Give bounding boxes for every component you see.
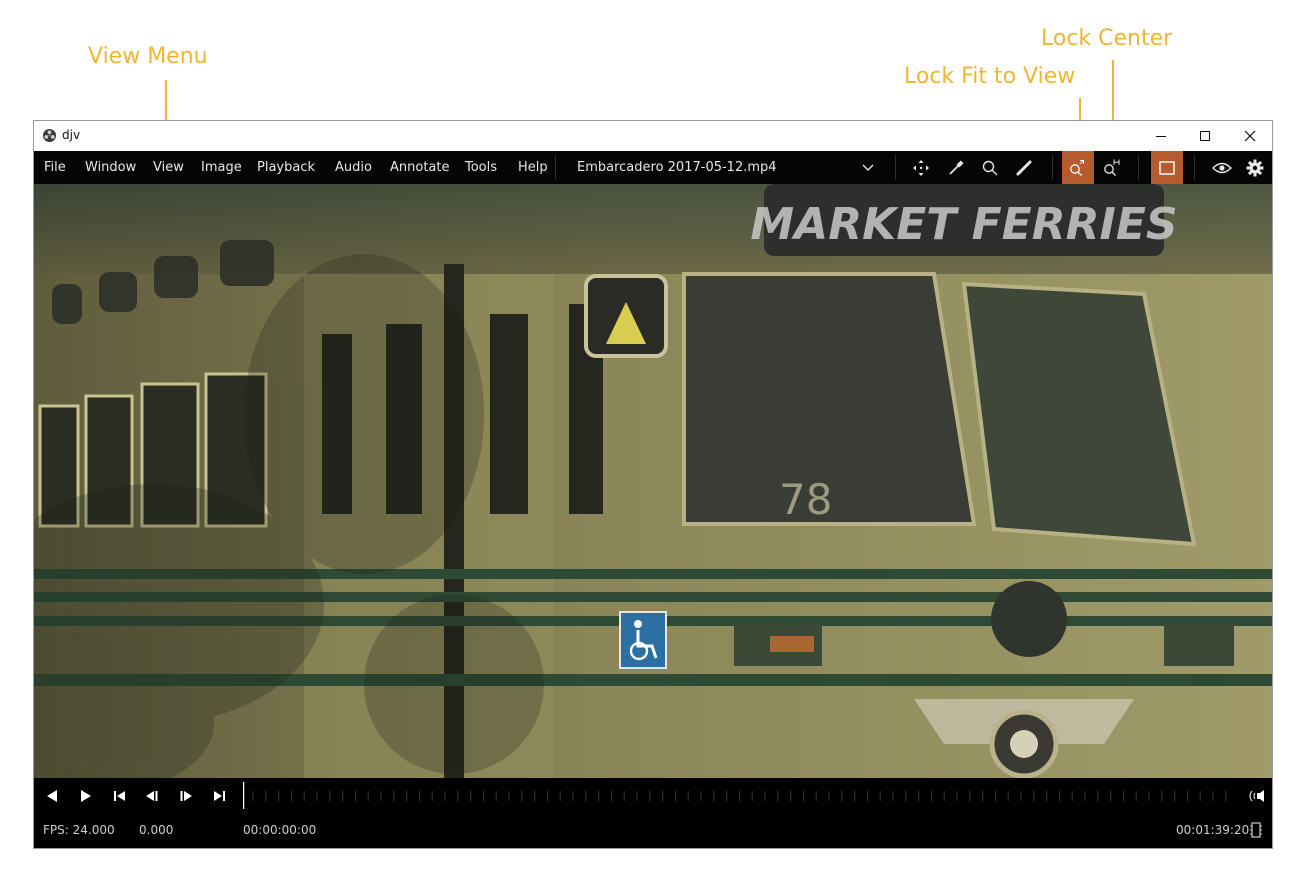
annotate-pen-icon [1016, 160, 1032, 175]
menu-view[interactable]: View [153, 151, 184, 184]
close-icon [1244, 130, 1256, 142]
speed-readout[interactable]: 0.000 [139, 823, 173, 837]
audio-sync-button[interactable] [1244, 786, 1268, 806]
eye-button[interactable] [1206, 151, 1238, 184]
menu-annotate[interactable]: Annotate [390, 151, 449, 184]
color-picker-button[interactable] [940, 151, 972, 184]
go-to-end-button[interactable] [208, 786, 232, 806]
eye-icon [1212, 162, 1232, 173]
current-time[interactable]: 00:00:00:00 [243, 823, 316, 837]
menu-image[interactable]: Image [201, 151, 242, 184]
go-to-start-button[interactable] [107, 786, 131, 806]
menu-window[interactable]: Window [85, 151, 136, 184]
toolbar-separator [1138, 155, 1139, 180]
step-back-button[interactable] [140, 786, 164, 806]
toolbar-separator [1194, 155, 1195, 180]
menu-help[interactable]: Help [518, 151, 548, 184]
callout-view-menu: View Menu [88, 44, 208, 69]
car-number: 78 [779, 475, 832, 524]
streetcar-image: MARKET FERRIES 78 [34, 184, 1272, 778]
audio-sync-icon [1249, 790, 1264, 802]
minimize-icon [1156, 136, 1166, 137]
destination-sign-text: MARKET FERRIES [750, 199, 1177, 250]
frame-view-button[interactable] [1151, 151, 1183, 184]
minimize-button[interactable] [1138, 121, 1184, 151]
timeline-bar [34, 778, 1272, 813]
maximize-icon [1200, 131, 1210, 141]
menu-file[interactable]: File [44, 151, 66, 184]
image-viewport[interactable]: MARKET FERRIES 78 [34, 184, 1272, 778]
go-to-end-icon [214, 791, 225, 801]
magnify-button[interactable] [974, 151, 1006, 184]
menu-separator [555, 155, 556, 180]
annotate-pen-button[interactable] [1008, 151, 1040, 184]
duration-time: 00:01:39:20 [1176, 823, 1250, 837]
pan-tool-icon [913, 159, 929, 176]
color-picker-icon [949, 159, 964, 175]
toolbar-separator [895, 155, 896, 180]
title-bar: djv [34, 121, 1272, 151]
frame-view-icon [1159, 160, 1175, 175]
play-forward-button[interactable] [74, 786, 98, 806]
play-reverse-button[interactable] [40, 786, 64, 806]
status-bar: FPS: 24.000 0.000 00:00:00:00 00:01:39:2… [34, 813, 1272, 848]
step-forward-button[interactable] [174, 786, 198, 806]
window-title: djv [62, 128, 81, 142]
step-back-icon [146, 791, 158, 801]
menu-playback[interactable]: Playback [257, 151, 315, 184]
djv-app-icon [42, 128, 57, 143]
menu-bar: File Window View Image Playback Audio An… [34, 151, 1272, 184]
timeline-track[interactable] [243, 778, 1235, 813]
settings-button[interactable] [1239, 151, 1271, 184]
settings-gear-icon [1246, 159, 1264, 176]
chevron-down-icon [862, 164, 874, 171]
magnify-icon [982, 160, 998, 175]
lock-center-icon [1104, 159, 1120, 176]
toolbar-separator [1052, 155, 1053, 180]
file-dropdown-button[interactable] [856, 151, 880, 184]
pan-tool-button[interactable] [905, 151, 937, 184]
lock-fit-icon [1070, 159, 1084, 176]
current-file-label[interactable]: Embarcadero 2017-05-12.mp4 [577, 151, 777, 184]
step-forward-icon [180, 791, 192, 801]
callout-lock-center: Lock Center [1041, 26, 1173, 51]
maximize-button[interactable] [1182, 121, 1228, 151]
lock-center-button[interactable] [1096, 151, 1128, 184]
fps-readout: FPS: 24.000 [43, 823, 115, 837]
play-forward-icon [81, 790, 91, 802]
play-reverse-icon [47, 790, 57, 802]
callout-lock-fit: Lock Fit to View [904, 64, 1076, 89]
lock-fit-to-view-button[interactable] [1062, 151, 1094, 184]
app-window: djv File Window View Image Playback Audi… [33, 120, 1273, 849]
close-button[interactable] [1227, 121, 1272, 151]
film-frame-icon[interactable] [1250, 822, 1262, 838]
go-to-start-icon [114, 791, 125, 801]
menu-audio[interactable]: Audio [335, 151, 372, 184]
menu-tools[interactable]: Tools [465, 151, 497, 184]
